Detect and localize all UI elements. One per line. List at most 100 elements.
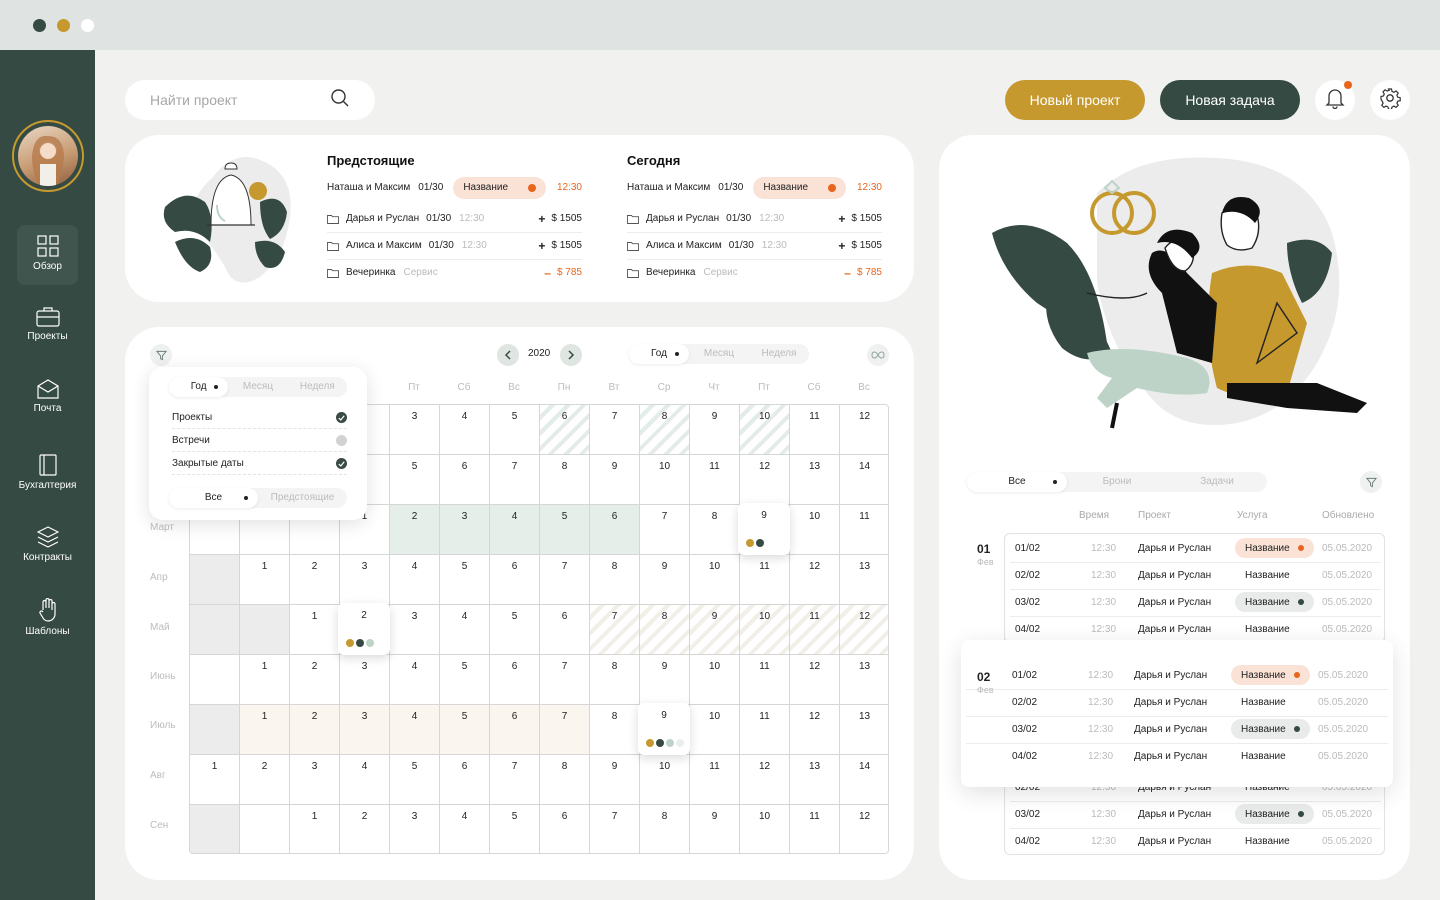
- service-pill[interactable]: Название: [1235, 538, 1314, 558]
- tab-1[interactable]: Предстоящие: [258, 488, 347, 508]
- calendar-day[interactable]: 3: [390, 805, 440, 853]
- calendar-day[interactable]: 1: [240, 555, 290, 605]
- calendar-day[interactable]: 4: [490, 505, 540, 555]
- calendar-day[interactable]: 8: [540, 455, 590, 505]
- event-day-tooltip[interactable]: 9: [638, 703, 690, 755]
- calendar-day[interactable]: 7: [540, 705, 590, 755]
- calendar-day[interactable]: 7: [540, 555, 590, 605]
- calendar-day[interactable]: [240, 605, 290, 655]
- new-task-button[interactable]: Новая задача: [1160, 80, 1300, 120]
- new-project-button[interactable]: Новый проект: [1005, 80, 1145, 120]
- filter-option[interactable]: Закрытые даты: [172, 453, 347, 475]
- calendar-day[interactable]: 5: [490, 605, 540, 655]
- search-input[interactable]: [150, 92, 320, 108]
- calendar-day[interactable]: 6: [540, 605, 590, 655]
- calendar-day[interactable]: 11: [790, 805, 840, 853]
- calendar-day[interactable]: 4: [440, 405, 490, 455]
- calendar-day[interactable]: 5: [490, 405, 540, 455]
- calendar-day[interactable]: 7: [490, 755, 540, 805]
- tab-0[interactable]: Год: [629, 344, 689, 364]
- notifications-button[interactable]: [1315, 80, 1355, 120]
- calendar-day[interactable]: 10: [740, 605, 790, 655]
- calendar-day[interactable]: 11: [790, 405, 840, 455]
- table-row[interactable]: 02/02 12:30 Дарья и Руслан Название 05.05.20…: [961, 689, 1393, 716]
- filter-icon[interactable]: [150, 344, 172, 366]
- tab-0[interactable]: Все: [169, 488, 258, 508]
- calendar-day[interactable]: 11: [690, 455, 740, 505]
- calendar-day[interactable]: 12: [840, 405, 888, 455]
- calendar-day[interactable]: 6: [540, 805, 590, 853]
- table-row[interactable]: 04/02 12:30 Дарья и Руслан Название 05.05.20…: [961, 743, 1393, 770]
- calendar-day[interactable]: 9: [590, 755, 640, 805]
- calendar-day[interactable]: 9: [640, 555, 690, 605]
- calendar-day[interactable]: 6: [590, 505, 640, 555]
- calendar-day[interactable]: 11: [740, 555, 790, 605]
- tab-1[interactable]: Брони: [1067, 472, 1167, 492]
- calendar-day[interactable]: 11: [690, 755, 740, 805]
- calendar-day[interactable]: 13: [840, 555, 888, 605]
- calendar-day[interactable]: 8: [590, 555, 640, 605]
- calendar-day[interactable]: 8: [640, 605, 690, 655]
- calendar-day[interactable]: 5: [390, 755, 440, 805]
- tab-1[interactable]: Месяц: [228, 377, 287, 397]
- calendar-day[interactable]: 3: [340, 555, 390, 605]
- calendar-day[interactable]: 4: [440, 605, 490, 655]
- calendar-day[interactable]: 3: [340, 705, 390, 755]
- calendar-day[interactable]: 7: [640, 505, 690, 555]
- calendar-day[interactable]: 8: [540, 755, 590, 805]
- service-pill[interactable]: Название: [753, 176, 846, 199]
- calendar-day[interactable]: [190, 805, 240, 853]
- calendar-day[interactable]: 10: [640, 455, 690, 505]
- calendar-day[interactable]: 10: [690, 555, 740, 605]
- calendar-day[interactable]: 2: [290, 555, 340, 605]
- service-pill[interactable]: Название: [1231, 665, 1310, 685]
- calendar-day[interactable]: 2: [390, 505, 440, 555]
- calendar-day[interactable]: 7: [590, 605, 640, 655]
- calendar-day[interactable]: 9: [590, 455, 640, 505]
- table-row[interactable]: 04/02 12:30 Дарья и Руслан Название 05.05.20…: [1005, 616, 1386, 643]
- event-day-tooltip[interactable]: 2: [338, 603, 390, 655]
- avatar[interactable]: [12, 120, 84, 192]
- list-item[interactable]: Дарья и Руслан 01/30 12:30 + $ 1505: [327, 205, 582, 232]
- calendar-day[interactable]: 10: [740, 405, 790, 455]
- sidebar-item-4[interactable]: Контракты: [17, 516, 78, 576]
- tab-0[interactable]: Год: [169, 377, 229, 397]
- calendar-day[interactable]: 8: [640, 405, 690, 455]
- calendar-day[interactable]: 6: [440, 455, 490, 505]
- calendar-day[interactable]: 5: [440, 655, 490, 705]
- calendar-day[interactable]: 4: [440, 805, 490, 853]
- calendar-day[interactable]: 13: [840, 705, 888, 755]
- list-item[interactable]: Алиса и Максим 01/30 12:30 + $ 1505: [327, 232, 582, 259]
- calendar-day[interactable]: 1: [190, 755, 240, 805]
- today-main-row[interactable]: Наташа и Максим 01/30 Название 12:30: [627, 174, 882, 201]
- tab-1[interactable]: Месяц: [689, 344, 749, 364]
- list-item[interactable]: Алиса и Максим 01/30 12:30 + $ 1505: [627, 232, 882, 259]
- calendar-day[interactable]: 12: [740, 755, 790, 805]
- upcoming-main-row[interactable]: Наташа и Максим 01/30 Название 12:30: [327, 174, 582, 201]
- calendar-day[interactable]: 12: [790, 705, 840, 755]
- calendar-day[interactable]: 13: [790, 755, 840, 805]
- service-pill[interactable]: Название: [1235, 592, 1314, 612]
- sidebar-item-2[interactable]: Почта: [17, 369, 78, 429]
- table-row[interactable]: 02/02 12:30 Дарья и Руслан Название 05.05.20…: [1005, 562, 1386, 589]
- calendar-day[interactable]: 4: [390, 655, 440, 705]
- service-pill[interactable]: Название: [453, 176, 546, 199]
- calendar-day[interactable]: 13: [790, 455, 840, 505]
- check-icon[interactable]: [336, 458, 347, 469]
- calendar-day[interactable]: 2: [290, 655, 340, 705]
- calendar-day[interactable]: 5: [440, 705, 490, 755]
- calendar-day[interactable]: [190, 655, 240, 705]
- calendar-day[interactable]: 2: [240, 755, 290, 805]
- calendar-day[interactable]: 4: [340, 755, 390, 805]
- sidebar-item-5[interactable]: Шаблоны: [17, 588, 78, 648]
- calendar-day[interactable]: 4: [390, 555, 440, 605]
- calendar-day[interactable]: 6: [490, 555, 540, 605]
- calendar-day[interactable]: 3: [390, 405, 440, 455]
- calendar-day[interactable]: 11: [740, 705, 790, 755]
- calendar-day[interactable]: 5: [540, 505, 590, 555]
- calendar-day[interactable]: 9: [690, 405, 740, 455]
- calendar-day[interactable]: 8: [640, 805, 690, 853]
- calendar-day[interactable]: 7: [490, 455, 540, 505]
- table-row[interactable]: 03/02 12:30 Дарья и Руслан Название 05.05.20…: [1005, 589, 1386, 616]
- sidebar-item-3[interactable]: Бухгалтерия: [17, 444, 78, 504]
